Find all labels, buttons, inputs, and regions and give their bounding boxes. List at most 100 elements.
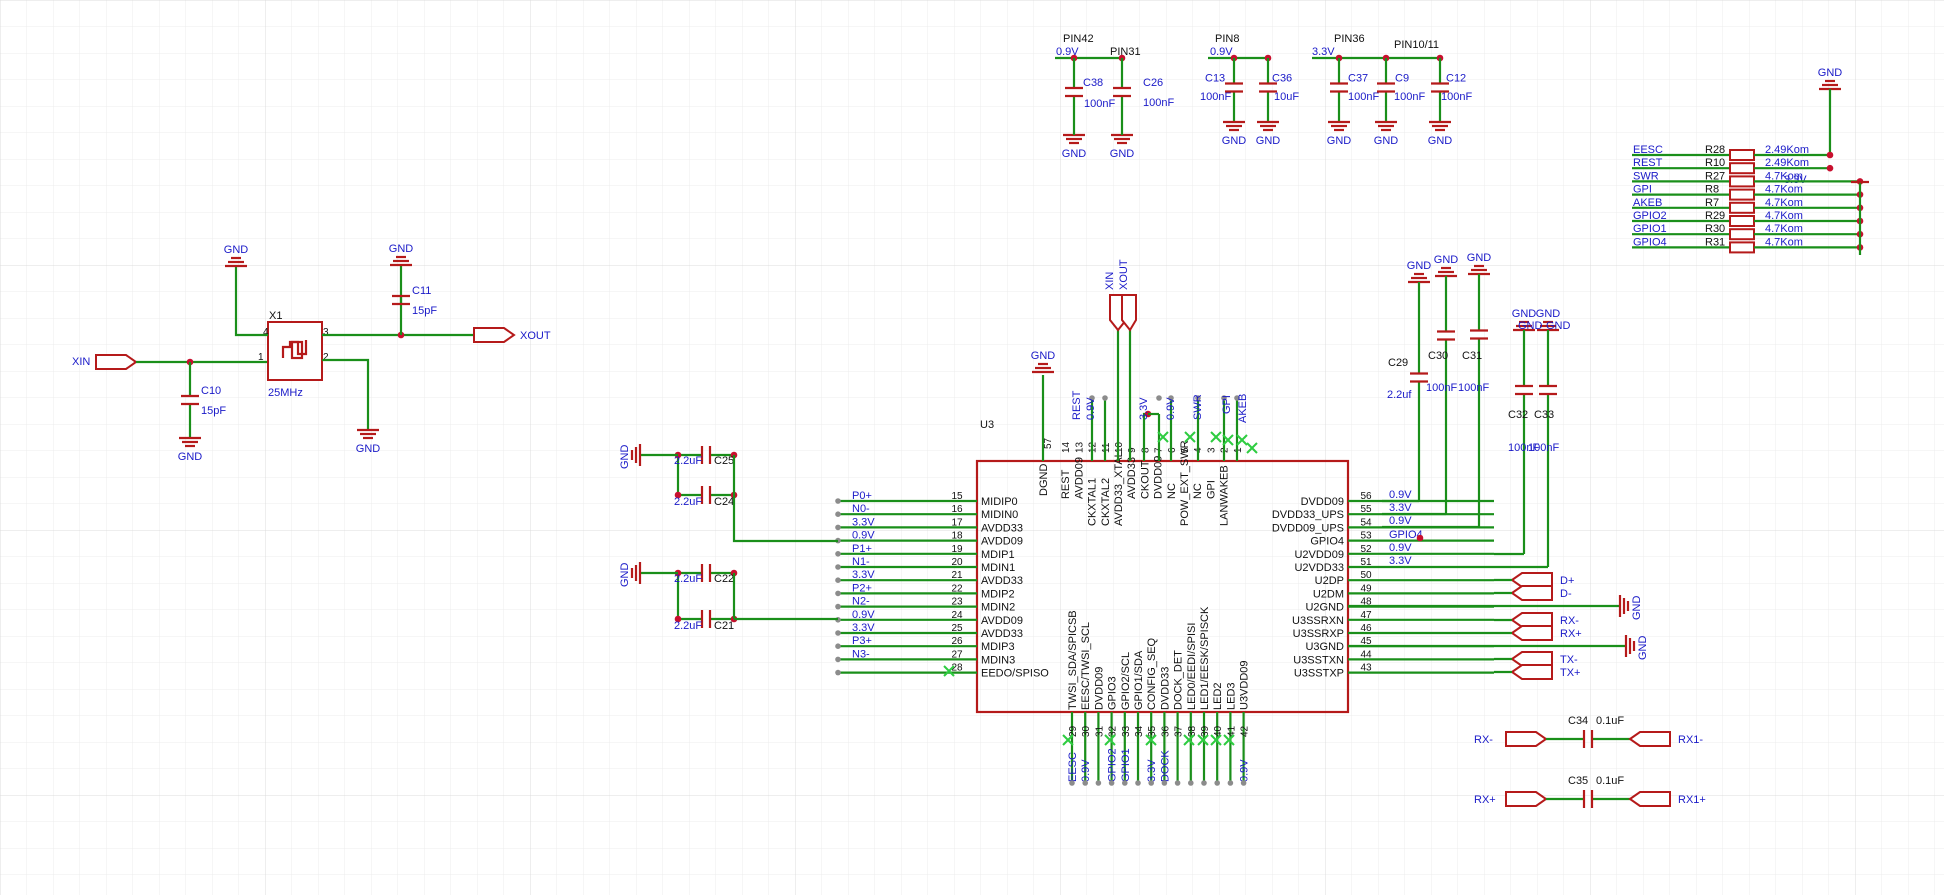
- pin-end-dot: [835, 511, 841, 517]
- pin-name-led3: LED3: [1225, 682, 1237, 710]
- pin-name-eedo/spiso: EEDO/SPISO: [981, 668, 1049, 680]
- coupling-left-label: RX+: [1474, 794, 1496, 806]
- cap-ref: C32: [1508, 409, 1528, 421]
- pullup-ref: R7: [1705, 197, 1719, 209]
- pin-name-rest: REST: [1060, 469, 1072, 499]
- pin-name-dvdd09: DVDD09: [1301, 496, 1344, 508]
- usb-dp-flag: [1510, 572, 1553, 588]
- pin-number: 16: [951, 504, 963, 515]
- pin-name-pow_ext_swr: POW_EXT_SWR: [1179, 440, 1191, 526]
- schematic-canvas[interactable]: XINC1015pFGNDX125MHz4132GNDGNDC1115pFGND…: [0, 0, 1944, 895]
- pin-name-avdd33_xtal: AVDD33_XTAL: [1113, 451, 1125, 526]
- pin-name-u3vdd09: U3VDD09: [1239, 660, 1251, 710]
- xin-port-label: XIN: [72, 356, 90, 368]
- cap-ref: C37: [1348, 73, 1368, 85]
- pin-name-dvdd09_ups: DVDD09_UPS: [1272, 522, 1344, 534]
- pin31-label: PIN31: [1110, 46, 1141, 58]
- resistor: [1729, 188, 1755, 201]
- cap-value: 100nF: [1084, 98, 1115, 110]
- pin-end-dot: [1108, 780, 1115, 786]
- pin-name-u2gnd: U2GND: [1305, 602, 1344, 614]
- mdi-cap-value: 2.2uF: [674, 620, 702, 632]
- ic-ref: U3: [980, 419, 994, 431]
- pin-name-midin0: MIDIN0: [981, 509, 1018, 521]
- junction-dot: [1826, 164, 1834, 172]
- pullup-net-akeb: AKEB: [1633, 197, 1662, 209]
- coupling-ref: C34: [1568, 715, 1588, 727]
- pin-end-dot: [835, 669, 841, 676]
- mdi-cap-ref: C25: [714, 455, 734, 467]
- gnd-label: GND: [1062, 148, 1087, 160]
- pin-number: 25: [951, 623, 963, 634]
- pin-name-mdin1: MDIN1: [981, 562, 1015, 574]
- pin-number: 14: [1061, 441, 1072, 453]
- pin-number: 44: [1360, 649, 1372, 660]
- mdi-cap-value: 2.2uF: [674, 496, 702, 508]
- pin-name-mdin2: MDIN2: [981, 602, 1015, 614]
- resistor: [1729, 228, 1755, 241]
- pin-net-label: N0-: [852, 503, 870, 515]
- pin-number: 43: [1360, 663, 1372, 674]
- pin-name-avdd33: AVDD33: [1126, 457, 1138, 499]
- net-label: DOCK: [1159, 750, 1171, 782]
- pin-number: 23: [951, 597, 963, 608]
- pin-number: 19: [951, 544, 963, 555]
- pin-number: 35: [1147, 725, 1158, 737]
- gnd-label: GND: [1512, 308, 1537, 320]
- pin-end-dot: [1095, 780, 1102, 786]
- pin-number: 57: [1043, 437, 1054, 449]
- pin-number: 15: [951, 491, 963, 502]
- pin-number: 32: [1108, 725, 1119, 737]
- pin42-label: PIN42: [1063, 33, 1094, 45]
- pin-number: 27: [951, 649, 963, 660]
- pin-net-label: P2+: [852, 582, 872, 594]
- pin-end-dot: [1188, 780, 1194, 786]
- pin-number: 37: [1174, 725, 1185, 737]
- pin-name-avdd33: AVDD33: [981, 522, 1023, 534]
- pin-name-ckxtal1: CKXTAL1: [1087, 478, 1099, 526]
- pullup-net-eesc: EESC: [1633, 144, 1663, 156]
- rx-plus-label: RX+: [1560, 628, 1582, 640]
- pin-name-nc: NC: [1166, 483, 1178, 499]
- rail-09-label: 0.9V: [1210, 46, 1233, 58]
- pin-end-dot: [835, 643, 841, 649]
- cap-ref: C11: [412, 285, 431, 297]
- gnd-label: GND: [1536, 308, 1561, 320]
- gnd-label: GND: [1467, 252, 1492, 264]
- pin-number: 49: [1360, 583, 1372, 594]
- gnd-label: GND: [619, 445, 631, 470]
- xin-port-flag: [95, 354, 138, 370]
- pin-net-label: 0.9V: [852, 530, 875, 542]
- pin-number: 17: [951, 517, 963, 528]
- pin-end-dot: [1102, 395, 1108, 401]
- mdi-cap-value: 2.2uF: [674, 455, 702, 467]
- coupling-right-flag: [1628, 791, 1671, 807]
- pin-net-label: P3+: [852, 635, 872, 647]
- pin-name-gpi: GPI: [1205, 480, 1217, 499]
- pin-name-mdip3: MDIP3: [981, 641, 1015, 653]
- pin-end-dot: [1240, 780, 1247, 786]
- net-label: SWR: [1192, 394, 1204, 420]
- cap-ref: C31: [1462, 350, 1482, 362]
- gnd-label: GND: [1031, 350, 1056, 362]
- gnd-label: GND: [619, 563, 631, 588]
- pin-end-dot: [1082, 780, 1088, 786]
- gnd-label: GND: [1428, 135, 1453, 147]
- pin-name-u2vdd09: U2VDD09: [1294, 549, 1344, 561]
- pin-number: 38: [1187, 725, 1198, 737]
- pin-end-dot: [1174, 780, 1181, 786]
- pin-name-twsi-sda-spicsb: TWSI_SDA/SPICSB: [1067, 610, 1079, 710]
- pin-number: 20: [951, 557, 963, 568]
- pin-number: 46: [1360, 623, 1372, 634]
- pin-net-label: 3.3V: [852, 516, 875, 528]
- pin-name-eesc-twsi-scl: EESC/TWSI_SCL: [1080, 622, 1092, 710]
- xout-top-label: XOUT: [1118, 259, 1130, 290]
- usb-dm-label: D-: [1560, 588, 1572, 600]
- net-label: 0.9V: [1389, 542, 1412, 554]
- pin-end-dot: [835, 630, 841, 636]
- pin-number: 31: [1094, 725, 1105, 737]
- gnd-label: GND: [1546, 320, 1571, 332]
- pin-net-label: 0.9V: [852, 609, 875, 621]
- pin-name-lanwakeb: LANWAKEB: [1219, 465, 1231, 526]
- net-label: 0.9V: [1080, 759, 1092, 782]
